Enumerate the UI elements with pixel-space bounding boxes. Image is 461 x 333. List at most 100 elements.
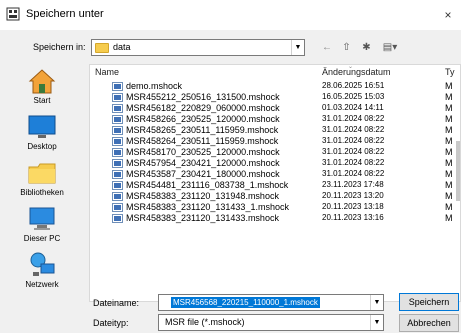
table-row[interactable]: MSR458383_231120_131433_1.mshock 20.11.2… [90,202,460,213]
lookin-value: data [113,42,131,52]
chevron-down-icon[interactable]: ▼ [291,40,304,55]
folder-icon [95,43,109,53]
filetype-label: Dateityp: [93,318,129,328]
cancel-button[interactable]: Abbrechen [399,314,459,332]
table-row[interactable]: MSR458264_230511_115959.mshock 31.01.202… [90,136,460,147]
file-icon [112,192,123,201]
place-label: Bibliotheken [20,188,64,197]
file-type: M [445,147,453,157]
place-desktop[interactable]: Desktop [0,110,84,156]
view-menu-button[interactable]: ▤▾ [380,40,400,55]
sort-indicator-icon: ⌄ [348,64,354,70]
scrollbar-thumb[interactable] [456,141,460,201]
file-date: 31.01.2024 08:22 [322,147,385,156]
filetype-value: MSR file (*.mshock) [165,317,245,327]
chevron-down-icon[interactable]: ▼ [370,295,383,310]
file-date: 31.01.2024 08:22 [322,169,385,178]
filename-label: Dateiname: [93,298,140,308]
file-date: 23.11.2023 17:48 [322,180,384,189]
file-icon [112,104,123,113]
file-name: MSR458170_230525_120000.mshock [126,147,280,157]
table-row[interactable]: demo.mshock 28.06.2025 16:51 M [90,81,460,92]
file-list[interactable]: Name Änderungsdatum ⌄ Ty demo.mshock 28.… [89,64,461,302]
table-row[interactable]: MSR453587_230421_180000.mshock 31.01.202… [90,169,460,180]
new-folder-button[interactable]: ✱ [358,40,375,55]
table-row[interactable]: MSR457954_230421_120000.mshock 31.01.202… [90,158,460,169]
back-button[interactable]: ← [320,40,334,55]
column-header-type[interactable]: Ty [445,67,455,81]
file-type: M [445,213,453,223]
file-icon [112,148,123,157]
file-icon [112,115,123,124]
filename-combo[interactable]: MSR456568_220215_110000_1.mshock ▼ [158,294,384,311]
column-header-date[interactable]: Änderungsdatum [322,67,391,81]
file-icon [112,203,123,212]
file-type: M [445,81,453,91]
filetype-select[interactable]: MSR file (*.mshock) ▼ [158,314,384,331]
place-label: Start [33,96,51,105]
file-icon [112,137,123,146]
desktop-icon [28,115,56,138]
file-type: M [445,202,453,212]
file-type: M [445,92,453,102]
file-type: M [445,125,453,135]
file-date: 20.11.2023 13:20 [322,191,384,200]
file-name: MSR453587_230421_180000.mshock [126,169,280,179]
file-date: 31.01.2024 08:22 [322,125,385,134]
vertical-scrollbar[interactable] [456,81,460,301]
place-libraries[interactable]: Bibliotheken [0,156,84,202]
file-name: MSR458383_231120_131948.mshock [126,191,279,201]
file-date: 20.11.2023 13:16 [322,213,384,222]
file-name: MSR454481_231116_083738_1.mshock [126,180,289,190]
file-type: M [445,158,453,168]
file-type: M [445,169,453,179]
file-name: MSR458383_231120_131433.mshock [126,213,279,223]
places-bar: Start Desktop Bibliotheken Dieser PC Net… [0,64,84,308]
lookin-combo[interactable]: data ▼ [91,39,305,56]
file-type: M [445,136,453,146]
file-name: MSR458264_230511_115959.mshock [126,136,279,146]
table-row[interactable]: MSR458383_231120_131948.mshock 20.11.202… [90,191,460,202]
place-label: Dieser PC [23,234,61,243]
window-title: Speichern unter [26,8,104,20]
filename-input[interactable]: MSR456568_220215_110000_1.mshock [171,297,320,308]
place-network[interactable]: Netzwerk [0,248,84,294]
file-icon [112,159,123,168]
table-row[interactable]: MSR454481_231116_083738_1.mshock 23.11.2… [90,180,460,191]
file-icon [112,214,123,223]
file-date: 01.03.2024 14:11 [322,103,384,112]
close-button[interactable]: × [436,4,460,26]
place-this-pc[interactable]: Dieser PC [0,202,84,248]
table-row[interactable]: MSR458170_230525_120000.mshock 31.01.202… [90,147,460,158]
lookin-label: Speichern in: [33,42,86,52]
file-date: 20.11.2023 13:18 [322,202,384,211]
file-name: MSR456182_220829_060000.mshock [126,103,280,113]
computer-icon [29,207,55,230]
file-date: 31.01.2024 08:22 [322,158,385,167]
network-icon [30,252,55,276]
table-row[interactable]: MSR458265_230511_115959.mshock 31.01.202… [90,125,460,136]
chevron-down-icon[interactable]: ▼ [370,315,383,330]
column-header-name[interactable]: Name [95,67,119,81]
table-row[interactable]: MSR458383_231120_131433.mshock 20.11.202… [90,213,460,224]
file-name: MSR457954_230421_120000.mshock [126,158,280,168]
place-label: Desktop [27,142,57,151]
table-row[interactable]: MSR458266_230525_120000.mshock 31.01.202… [90,114,460,125]
file-name: demo.mshock [126,81,183,91]
up-folder-button[interactable]: ⇧ [339,40,354,55]
file-date: 28.06.2025 16:51 [322,81,385,90]
file-name: MSR458383_231120_131433_1.mshock [126,202,289,212]
libraries-folder-icon [28,163,56,184]
file-type: M [445,103,453,113]
file-type: M [445,180,453,190]
file-icon [112,82,123,91]
table-row[interactable]: MSR456182_220829_060000.mshock 01.03.202… [90,103,460,114]
file-name: MSR455212_250516_131500.mshock [126,92,280,102]
table-row[interactable]: MSR455212_250516_131500.mshock 16.05.202… [90,92,460,103]
file-type: M [445,114,453,124]
save-button[interactable]: Speichern [399,293,459,311]
file-icon [112,93,123,102]
file-icon [112,126,123,135]
file-name: MSR458265_230511_115959.mshock [126,125,279,135]
place-start[interactable]: Start [0,64,84,110]
